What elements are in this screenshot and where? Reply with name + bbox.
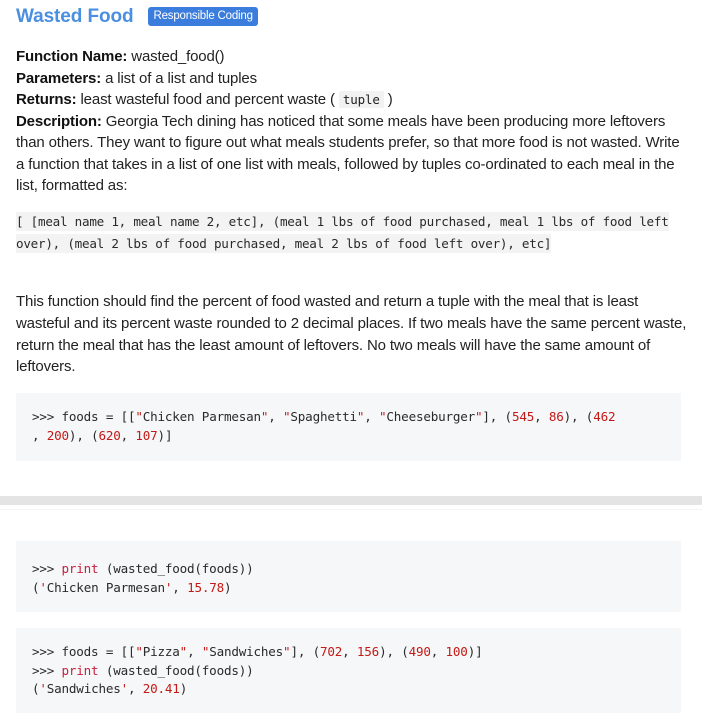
result-value: 15.78 [187,579,224,595]
task-paragraph: This function should find the percent of… [16,293,687,376]
code-text: ) [467,644,476,659]
code-text: , [430,644,446,659]
category-badge: Responsible Coding [148,6,258,26]
number-purchased: 545 [511,409,535,424]
code-text: ] [290,644,298,659]
number-purchased: 620 [98,427,121,443]
returns-label: Returns: [16,91,77,108]
function-name-value: wasted_food() [127,48,225,65]
code-text: , [364,409,380,424]
result-value: 20.41 [142,681,180,696]
code-text: , [187,644,202,659]
meal-name: Chicken Parmesan [142,409,261,424]
code-block-example1-input: >>> foods = [["Chicken Parmesan", "Spagh… [16,393,681,461]
code-line: >>> print (wasted_food(foods)) [32,662,665,681]
code-line: ('Sandwiches', 20.41) [32,680,665,699]
returns-value: least wasteful food and percent waste ( [76,91,339,108]
code-text: ) [223,579,232,595]
code-text: ) [563,409,572,424]
description-label: Description: [16,112,102,130]
code-line: ('Chicken Parmesan', 15.78) [32,579,665,598]
number-leftover: 86 [548,409,564,424]
code-line: >>> foods = [["Pizza", "Sandwiches"], (7… [32,643,665,662]
parameters-value: a list of a list and tuples [101,69,257,87]
code-text: , ( [571,409,594,424]
string-quote: " [179,644,188,659]
page-title: Wasted Food [16,6,134,27]
string-quote: " [135,644,143,659]
meal-name: Pizza [142,644,180,659]
code-text: , [534,409,549,424]
print-keyword: print [61,561,99,576]
function-name-label: Function Name: [16,48,128,65]
code-text: (wasted_food(foods)) [98,662,254,678]
code-text: , ( [297,644,320,659]
code-line: , 200), (620, 107)] [32,427,665,446]
code-text: , [342,644,357,659]
code-text: ) [157,427,166,443]
header: Wasted Food Responsible Coding [16,6,258,28]
parameters-row: Parameters: a list of a list and tuples [16,68,684,90]
number-purchased: 462 [593,409,616,424]
number-purchased: 702 [319,644,343,659]
number-leftover: 107 [135,427,158,443]
code-line: >>> print (wasted_food(foods)) [32,560,665,579]
code-text: , [32,427,47,443]
code-text: , ( [76,427,99,443]
code-prompt: >>> [32,561,62,576]
string-quote: ' [39,681,47,696]
code-text: (wasted_food(foods)) [98,561,254,576]
number-leftover: 100 [445,644,468,659]
code-text: , [268,409,284,424]
code-text: ] [475,644,483,659]
code-text: ] [482,409,490,424]
string-quote: ' [120,681,129,696]
format-example-code: [ [meal name 1, meal name 2, etc], (meal… [16,212,669,253]
problem-info: Function Name: wasted_food() Parameters:… [16,46,684,197]
parameters-label: Parameters: [16,69,102,87]
code-block-example2: >>> foods = [["Pizza", "Sandwiches"], (7… [16,628,681,713]
description-row: Description: Georgia Tech dining has not… [16,111,684,197]
number-leftover: 200 [46,427,69,443]
format-example: [ [meal name 1, meal name 2, etc], (meal… [16,211,676,255]
code-line: >>> foods = [["Chicken Parmesan", "Spagh… [32,408,665,427]
code-prompt: >>> [32,662,62,678]
result-name: Sandwiches [46,681,121,696]
code-text: ) [179,681,188,696]
code-text: , ( [386,644,409,659]
string-quote: " [135,409,143,424]
meal-name: Sandwiches [209,644,284,659]
section-divider-line [0,509,702,510]
result-name: Chicken Parmesan [46,579,165,595]
code-text: , [172,579,188,595]
code-block-example1-output: >>> print (wasted_food(foods)) ('Chicken… [16,541,681,612]
number-leftover: 156 [356,644,380,659]
returns-type-code: tuple [338,91,384,108]
description-value: Georgia Tech dining has noticed that som… [16,112,680,195]
number-purchased: 490 [408,644,431,659]
returns-value-end: ) [383,91,393,108]
meal-name: Cheeseburger [386,409,476,424]
function-name-row: Function Name: wasted_food() [16,46,684,68]
print-keyword: print [61,662,99,678]
code-text: , [128,681,143,696]
code-text: ] [164,427,173,443]
code-text: >>> foods = [[ [32,644,136,659]
code-text: >>> foods = [[ [32,409,136,424]
code-text: , [120,427,136,443]
code-text: , ( [489,409,512,424]
string-quote: ' [39,579,47,595]
returns-row: Returns: least wasteful food and percent… [16,89,684,111]
section-divider [0,496,702,505]
meal-name: Spaghetti [290,409,357,424]
